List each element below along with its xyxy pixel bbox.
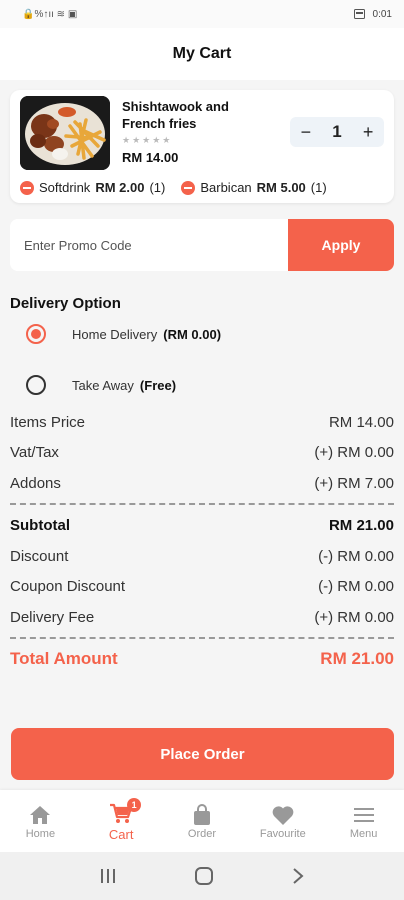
delivery-option-price: (Free) — [139, 377, 177, 393]
delivery-option-label: Home Delivery — [72, 326, 158, 342]
divider — [10, 636, 394, 639]
quantity-value: 1 — [332, 122, 342, 141]
nav-label: Cart — [108, 826, 134, 842]
nav-favourite[interactable]: Favourite — [243, 802, 323, 840]
total-label: Total Amount — [10, 648, 118, 668]
app-header: My Cart — [0, 28, 404, 80]
item-info: Shishtawook and French fries ★★★★★ RM 14… — [122, 96, 290, 165]
home-circle-icon[interactable] — [194, 866, 214, 886]
total-amount-row: Total Amount RM 21.00 — [10, 645, 394, 673]
cart-item-card: Shishtawook and French fries ★★★★★ RM 14… — [10, 90, 394, 203]
price-summary: Items Price RM 14.00 Vat/Tax (+) RM 0.00… — [10, 407, 394, 673]
cart-badge: 1 — [127, 797, 142, 812]
system-navigation-bar — [0, 852, 404, 900]
promo-code-input[interactable] — [10, 219, 288, 271]
heart-icon — [271, 802, 295, 828]
addon-item: Barbican RM 5.00 (1) — [181, 180, 327, 195]
status-bar: 🔒%↑ıı ≋ ▣ 0:01 — [0, 0, 404, 28]
food-image — [20, 96, 110, 170]
menu-icon — [353, 802, 375, 828]
bag-icon — [192, 802, 212, 828]
summary-value: (+) RM 0.00 — [314, 608, 394, 626]
addon-item: Softdrink RM 2.00 (1) — [20, 180, 165, 195]
status-indicators: 🔒%↑ıı ≋ ▣ — [22, 8, 78, 20]
nav-label: Home — [25, 828, 56, 840]
nav-home[interactable]: Home — [0, 802, 80, 840]
delivery-option-label: Take Away — [72, 377, 134, 393]
item-price: RM 14.00 — [122, 150, 179, 165]
summary-value: RM 21.00 — [328, 517, 394, 535]
page-title: My Cart — [172, 45, 232, 62]
summary-label: Items Price — [10, 413, 86, 431]
summary-label: Delivery Fee — [10, 608, 95, 626]
summary-value: RM 14.00 — [328, 413, 394, 431]
promo-code-section: Apply — [10, 219, 394, 271]
addons-row: Softdrink RM 2.00 (1) Barbican RM 5.00 (… — [20, 180, 384, 195]
item-name: Shishtawook and French fries — [122, 99, 229, 131]
nav-order[interactable]: Order — [162, 802, 242, 840]
bottom-navigation: Home 1 Cart Order Favourite Menu — [0, 790, 404, 852]
addon-price: RM 2.00 — [95, 180, 145, 195]
back-chevron-icon[interactable] — [291, 867, 305, 885]
divider — [10, 502, 394, 505]
vat-row: Vat/Tax (+) RM 0.00 — [10, 438, 394, 469]
status-time: 0:01 — [372, 8, 392, 20]
summary-value: (+) RM 0.00 — [314, 444, 394, 462]
addon-price: RM 5.00 — [256, 180, 306, 195]
addons-row-summary: Addons (+) RM 7.00 — [10, 468, 394, 499]
radio-unselected-icon[interactable] — [26, 375, 46, 395]
total-value: RM 21.00 — [320, 648, 394, 668]
summary-label: Subtotal — [10, 517, 70, 535]
discount-row: Discount (-) RM 0.00 — [10, 541, 394, 572]
cart-content: Shishtawook and French fries ★★★★★ RM 14… — [0, 80, 404, 673]
addon-qty: (1) — [310, 180, 327, 195]
radio-selected-icon[interactable] — [26, 324, 46, 344]
delivery-option-title: Delivery Option — [10, 295, 121, 312]
nav-label: Menu — [349, 828, 378, 840]
summary-label: Vat/Tax — [10, 444, 59, 462]
increase-quantity-button[interactable]: + — [363, 122, 374, 143]
nav-menu[interactable]: Menu — [324, 802, 404, 840]
summary-label: Coupon Discount — [10, 578, 126, 596]
addon-name: Softdrink — [39, 180, 91, 195]
rating-stars: ★★★★★ — [122, 135, 173, 145]
delivery-options: Home Delivery (RM 0.00) Take Away (Free) — [10, 320, 394, 399]
quantity-stepper: − 1 + — [290, 117, 384, 147]
items-price-row: Items Price RM 14.00 — [10, 407, 394, 438]
cart-item-main: Shishtawook and French fries ★★★★★ RM 14… — [20, 96, 384, 170]
recent-apps-icon[interactable] — [99, 868, 117, 884]
place-order-button[interactable]: Place Order — [11, 728, 394, 780]
delivery-option-price: (RM 0.00) — [163, 326, 222, 342]
summary-label: Discount — [10, 547, 69, 565]
coupon-discount-row: Coupon Discount (-) RM 0.00 — [10, 572, 394, 603]
status-right: 0:01 — [353, 8, 392, 20]
summary-value: (-) RM 0.00 — [318, 578, 394, 596]
apply-button[interactable]: Apply — [288, 219, 394, 271]
delivery-option-home[interactable]: Home Delivery (RM 0.00) — [26, 320, 394, 348]
summary-value: (-) RM 0.00 — [318, 547, 394, 565]
status-icons: 🔒%↑ıı ≋ ▣ — [22, 9, 77, 20]
decrease-quantity-button[interactable]: − — [301, 122, 312, 143]
remove-addon-icon[interactable] — [20, 180, 34, 195]
summary-label: Addons — [10, 474, 61, 492]
delivery-option-takeaway[interactable]: Take Away (Free) — [26, 371, 394, 399]
nav-cart[interactable]: 1 Cart — [81, 797, 161, 842]
addon-name: Barbican — [200, 180, 252, 195]
notification-icon — [353, 9, 365, 19]
summary-value: (+) RM 7.00 — [314, 474, 394, 492]
remove-addon-icon[interactable] — [181, 180, 196, 195]
subtotal-row: Subtotal RM 21.00 — [10, 511, 394, 542]
delivery-fee-row: Delivery Fee (+) RM 0.00 — [10, 602, 394, 633]
home-icon — [29, 802, 51, 828]
addon-qty: (1) — [149, 180, 166, 195]
nav-label: Order — [187, 828, 217, 840]
nav-label: Favourite — [259, 828, 306, 840]
